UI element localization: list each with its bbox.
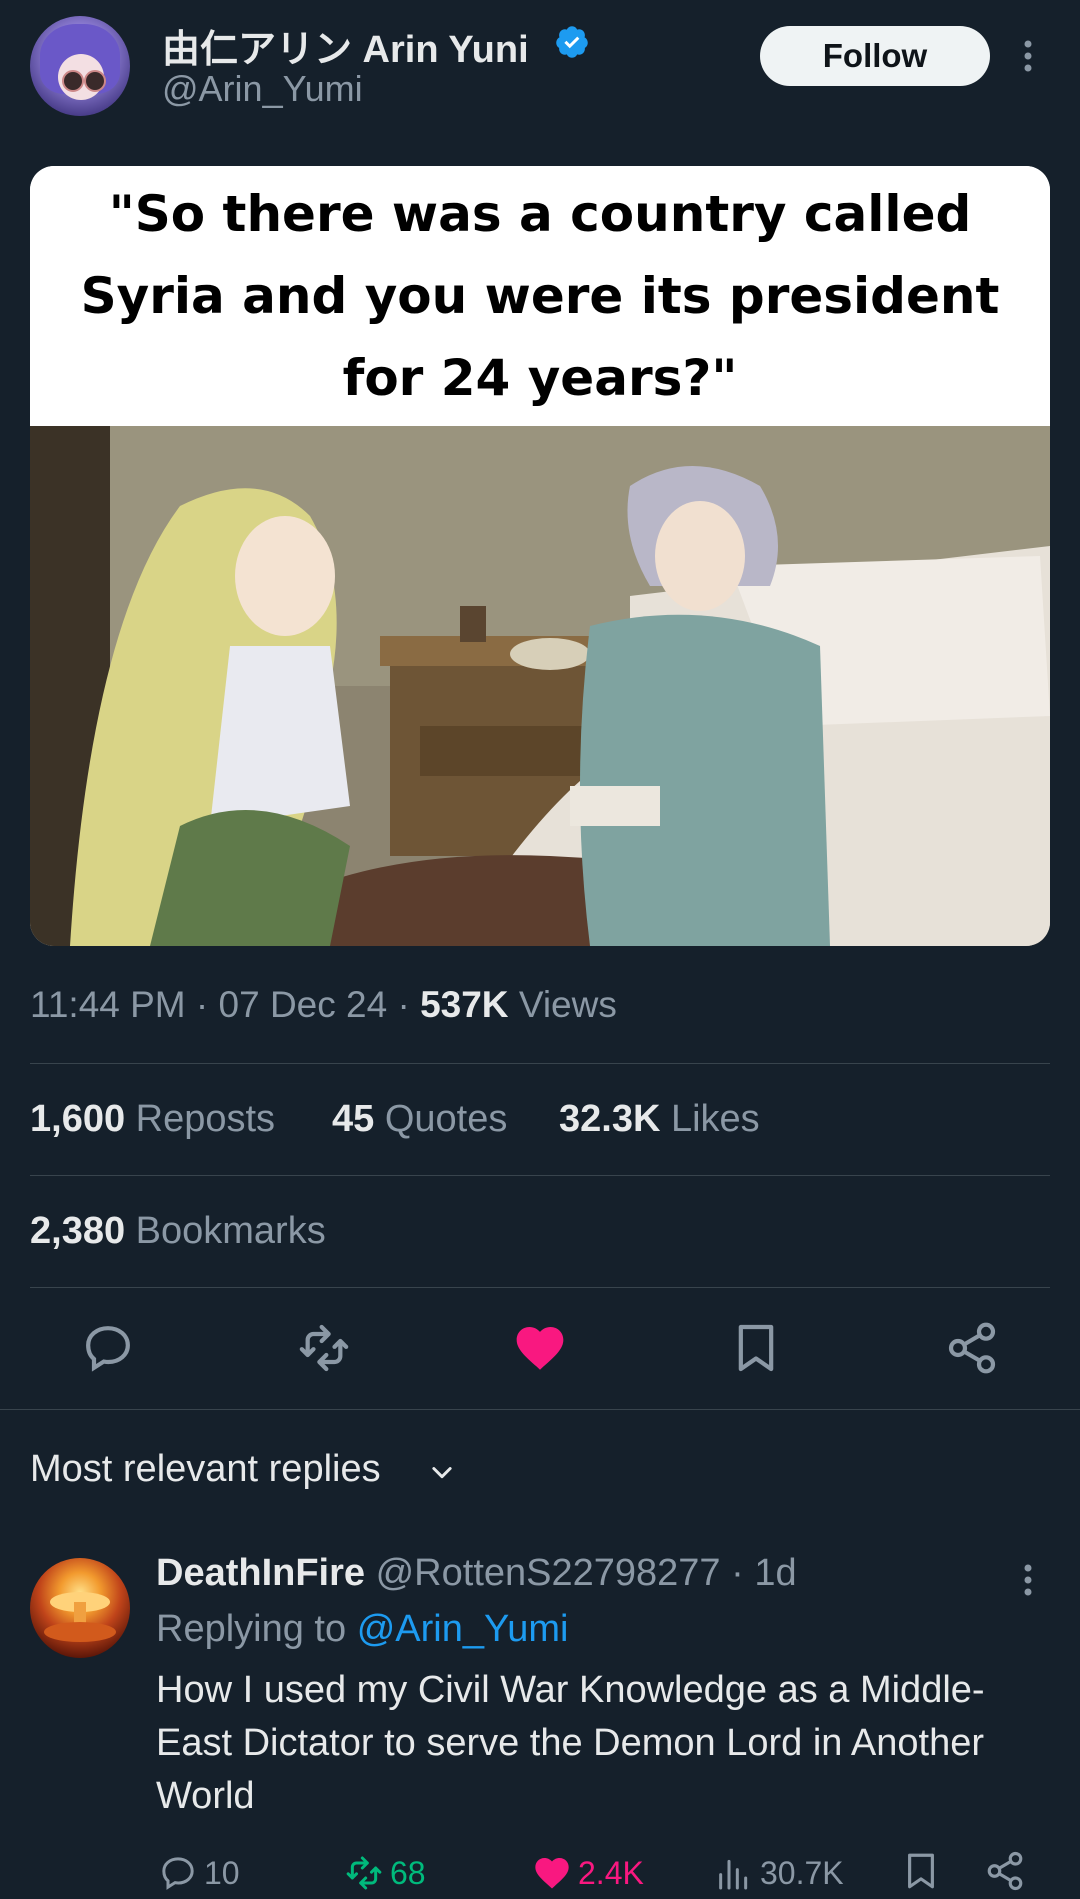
reply-reply-button[interactable]: 10 bbox=[158, 1848, 240, 1898]
reply-author[interactable]: DeathInFire @RottenS22798277 · 1d bbox=[156, 1552, 797, 1595]
reply-more-options-icon[interactable] bbox=[1016, 1560, 1040, 1600]
divider bbox=[30, 1287, 1050, 1288]
reply-age: 1d bbox=[754, 1552, 797, 1594]
follow-button[interactable]: Follow bbox=[760, 26, 990, 86]
reply-icon[interactable] bbox=[80, 1320, 136, 1376]
like-icon[interactable] bbox=[512, 1320, 568, 1376]
reply-icon bbox=[162, 1857, 194, 1890]
author-avatar[interactable] bbox=[30, 16, 130, 116]
reposts-stat[interactable]: 1,600 Reposts bbox=[30, 1098, 275, 1141]
likes-stat[interactable]: 32.3K Likes bbox=[559, 1098, 760, 1141]
bookmark-icon[interactable] bbox=[728, 1320, 784, 1376]
reply-avatar[interactable] bbox=[30, 1558, 130, 1658]
author-display-name[interactable]: 由仁アリン Arin Yuni bbox=[162, 18, 529, 73]
tweet-media-image[interactable]: "So there was a country called Syria and… bbox=[30, 166, 1050, 946]
meme-caption: "So there was a country called Syria and… bbox=[30, 166, 1050, 426]
views-count: 537K bbox=[420, 984, 509, 1025]
share-icon[interactable] bbox=[944, 1320, 1000, 1376]
reply-text: How I used my Civil War Knowledge as a M… bbox=[156, 1669, 985, 1817]
author-handle[interactable]: @Arin_Yumi bbox=[162, 68, 363, 110]
verified-badge-icon bbox=[556, 26, 588, 58]
repost-icon[interactable] bbox=[296, 1320, 352, 1376]
reply-sort-dropdown[interactable]: Most relevant replies bbox=[30, 1448, 381, 1491]
reply-repost-button[interactable]: 68 bbox=[344, 1848, 426, 1898]
analytics-icon bbox=[719, 1859, 748, 1890]
replying-to-mention[interactable]: @Arin_Yumi bbox=[357, 1608, 569, 1650]
divider bbox=[30, 1175, 1050, 1176]
reply-views-button[interactable]: 30.7K bbox=[714, 1848, 844, 1898]
section-divider bbox=[0, 1409, 1080, 1410]
chevron-down-icon[interactable] bbox=[428, 1458, 456, 1486]
anime-scene-illustration bbox=[30, 426, 1050, 946]
quotes-stat[interactable]: 45 Quotes bbox=[332, 1098, 507, 1141]
repost-icon bbox=[346, 1856, 382, 1890]
like-icon bbox=[535, 1858, 569, 1889]
more-options-icon[interactable] bbox=[1016, 36, 1040, 76]
divider bbox=[30, 1063, 1050, 1064]
tweet-timestamp: 11:44 PM · 07 Dec 24 · 537K Views bbox=[30, 984, 617, 1025]
reply-author-handle[interactable]: @RottenS22798277 bbox=[376, 1552, 721, 1594]
reply-author-name[interactable]: DeathInFire bbox=[156, 1552, 365, 1594]
bookmarks-stat[interactable]: 2,380 Bookmarks bbox=[30, 1210, 326, 1253]
reply-like-button[interactable]: 2.4K bbox=[532, 1848, 644, 1898]
reply-bookmark-icon[interactable] bbox=[900, 1850, 942, 1892]
replying-to-line: Replying to @Arin_Yumi bbox=[156, 1608, 569, 1650]
reply-share-icon[interactable] bbox=[984, 1850, 1026, 1892]
